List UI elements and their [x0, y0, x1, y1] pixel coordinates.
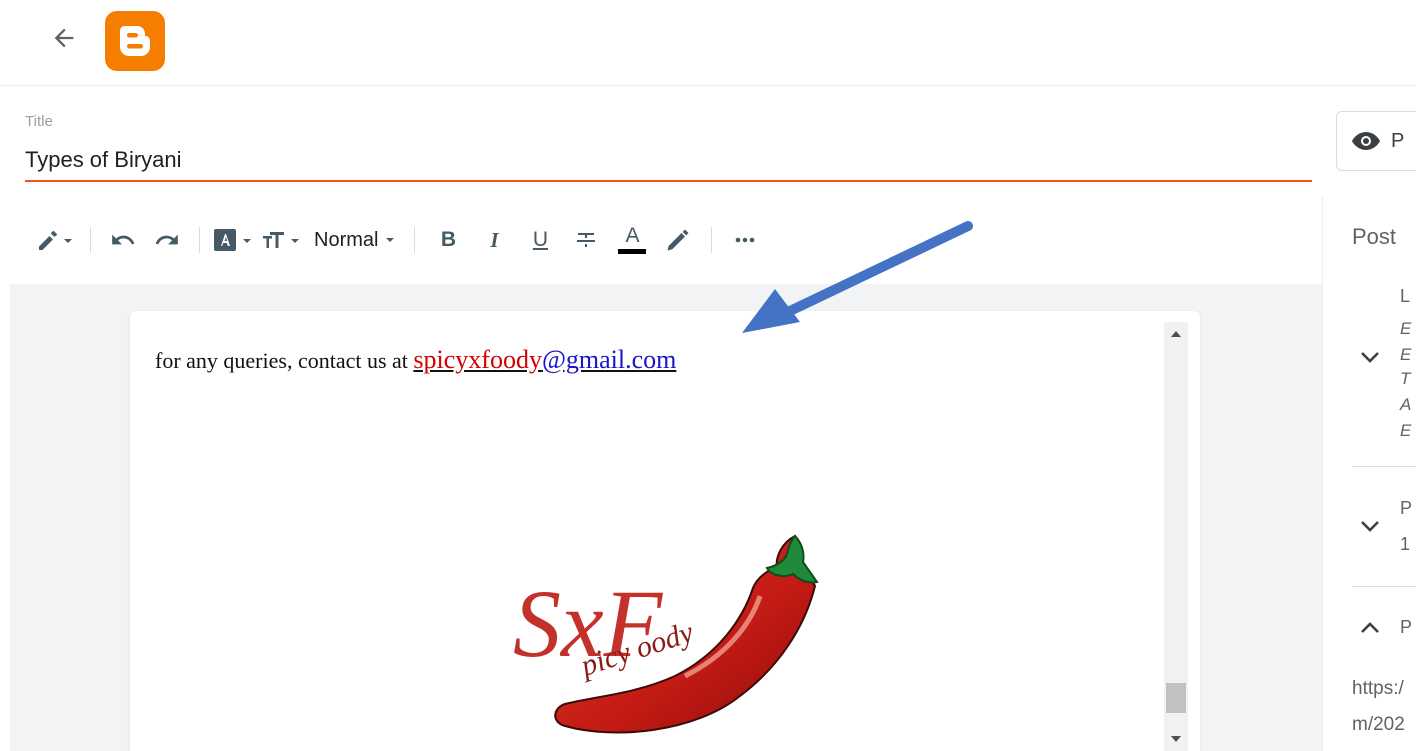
labels-line-2: E: [1400, 345, 1412, 364]
title-area: Title: [25, 108, 1312, 184]
section-divider: [1352, 466, 1416, 467]
redo-button[interactable]: [145, 220, 189, 260]
text-size-button[interactable]: [258, 220, 306, 260]
labels-line-4: A: [1400, 395, 1412, 414]
editor-toolbar: Normal B I U A: [10, 196, 1322, 284]
toolbar-separator: [414, 227, 416, 253]
chevron-down-icon: [386, 238, 395, 242]
text-size-icon: [263, 232, 299, 248]
email-link[interactable]: spicyxfoody@gmail.com: [413, 345, 676, 374]
font-button[interactable]: [210, 220, 258, 260]
post-settings-panel: Post L E E T A E P 1 P https:/ m/202: [1322, 196, 1416, 751]
redo-icon: [155, 234, 178, 245]
text-color-swatch: [618, 249, 647, 254]
toolbar-separator: [711, 227, 713, 253]
strikethrough-button[interactable]: [563, 220, 609, 260]
highlight-button[interactable]: [655, 220, 701, 260]
pencil-icon: [39, 231, 72, 250]
back-button[interactable]: [40, 18, 88, 58]
bold-button[interactable]: B: [425, 220, 471, 260]
eye-icon: [1352, 132, 1380, 150]
labels-line-1: E: [1400, 319, 1412, 338]
arrow-left-icon: [54, 28, 74, 48]
spicyxfoody-chili-logo[interactable]: SxF picy oody: [505, 526, 835, 751]
permalink-section-title[interactable]: P: [1400, 617, 1412, 638]
preview-label: P: [1391, 129, 1405, 152]
bold-label: B: [440, 228, 457, 251]
scroll-down-button[interactable]: [1164, 727, 1188, 751]
underline-button[interactable]: U: [517, 220, 563, 260]
scrollbar-thumb[interactable]: [1166, 683, 1186, 713]
paragraph-format-dropdown[interactable]: Normal: [306, 220, 404, 260]
section-divider: [1352, 586, 1416, 587]
caret-down-icon: [1171, 736, 1181, 742]
editor-scrollbar[interactable]: [1164, 322, 1188, 751]
contact-line: for any queries, contact us at spicyxfoo…: [155, 345, 676, 375]
highlighter-icon: [667, 229, 689, 251]
undo-icon: [112, 234, 135, 245]
compose-mode-button[interactable]: [30, 220, 80, 260]
permalink-url-line-1: https:/: [1352, 678, 1404, 699]
post-settings-heading: Post: [1352, 224, 1397, 249]
italic-label: I: [490, 227, 499, 252]
chevron-down-icon[interactable]: [1359, 350, 1381, 364]
caret-up-icon: [1171, 331, 1181, 337]
text-color-button[interactable]: A: [609, 220, 655, 260]
top-bar: [0, 0, 1416, 86]
contact-text: for any queries, contact us at: [155, 348, 414, 373]
underline-label: U: [532, 228, 549, 251]
scroll-up-button[interactable]: [1164, 322, 1188, 346]
preview-button[interactable]: P: [1336, 111, 1416, 171]
paragraph-format-label: Normal: [314, 228, 379, 251]
strikethrough-icon: [577, 233, 596, 247]
italic-button[interactable]: I: [471, 220, 517, 260]
permalink-url-line-2: m/202: [1352, 714, 1405, 735]
undo-button[interactable]: [101, 220, 145, 260]
published-date: 1: [1400, 534, 1411, 554]
chevron-up-icon[interactable]: [1359, 621, 1381, 635]
chevron-down-icon[interactable]: [1359, 519, 1381, 533]
labels-line-5: E: [1400, 421, 1412, 440]
title-input[interactable]: [25, 146, 1312, 182]
toolbar-separator: [90, 227, 91, 253]
post-editor[interactable]: for any queries, contact us at spicyxfoo…: [130, 311, 1200, 751]
title-label: Title: [25, 113, 53, 130]
blogger-logo-icon[interactable]: [105, 11, 165, 71]
more-options-button[interactable]: [722, 220, 768, 260]
font-size-icon: [214, 229, 251, 251]
labels-section-title[interactable]: L: [1400, 286, 1410, 307]
published-section-title[interactable]: P: [1400, 498, 1412, 519]
more-icon: [736, 237, 755, 243]
text-color-label: A: [625, 224, 640, 247]
toolbar-separator: [199, 227, 200, 253]
labels-line-3: T: [1400, 369, 1411, 388]
